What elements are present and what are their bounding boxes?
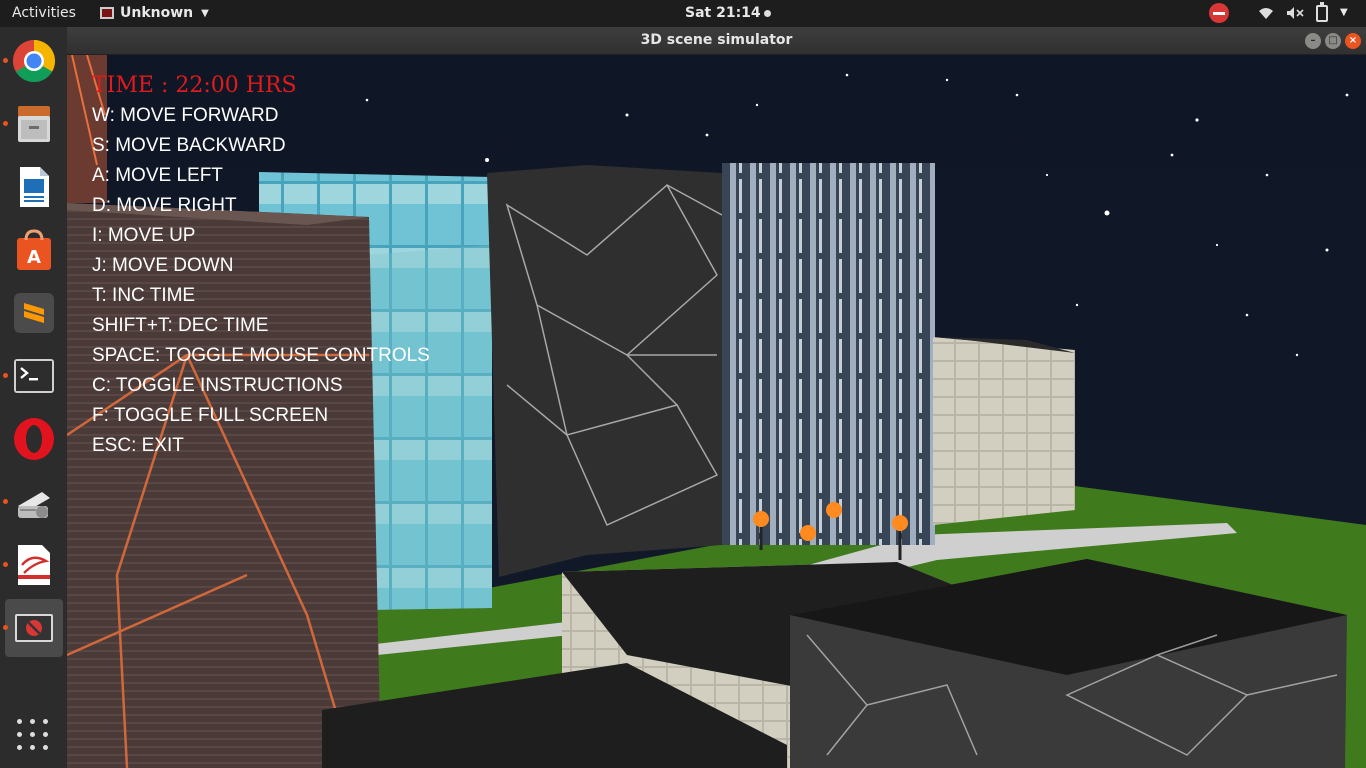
- svg-text:A: A: [27, 247, 41, 268]
- dock-item-sublime-text[interactable]: [5, 284, 63, 342]
- dock-item-unknown-app[interactable]: [3, 599, 63, 657]
- instructions-overlay: TIME : 22:00 HRS W: MOVE FORWARD S: MOVE…: [92, 73, 430, 461]
- instruction-line: SHIFT+T: DEC TIME: [92, 315, 269, 336]
- instruction-line: J: MOVE DOWN: [92, 255, 234, 276]
- instruction-line: SPACE: TOGGLE MOUSE CONTROLS: [92, 345, 430, 366]
- notification-dot-icon: [763, 9, 771, 17]
- dock-item-chrome[interactable]: [3, 32, 63, 90]
- chrome-icon: [12, 39, 56, 83]
- unknown-app-icon: [15, 614, 53, 642]
- chevron-down-icon: ▼: [201, 7, 209, 19]
- running-indicator: [3, 373, 8, 378]
- instruction-line: ESC: EXIT: [92, 435, 184, 456]
- running-indicator: [3, 625, 8, 630]
- window-title: 3D scene simulator: [640, 32, 793, 48]
- running-indicator: [3, 121, 8, 126]
- dock-item-pdf-viewer[interactable]: [3, 536, 63, 594]
- clock-label: Sat 21:14: [685, 5, 761, 21]
- running-indicator: [3, 499, 8, 504]
- dock-item-scanner[interactable]: [3, 473, 63, 531]
- running-indicator: [3, 58, 8, 63]
- time-display: TIME : 22:00 HRS: [92, 73, 297, 98]
- chevron-down-icon[interactable]: ▼: [1340, 7, 1348, 18]
- instruction-line: D: MOVE RIGHT: [92, 195, 237, 216]
- app-menu-label: Unknown: [120, 5, 194, 21]
- minimize-button[interactable]: –: [1305, 33, 1321, 49]
- battery-icon[interactable]: [1316, 2, 1328, 22]
- close-button[interactable]: ×: [1345, 33, 1361, 49]
- dock-item-libreoffice-impress[interactable]: [5, 158, 63, 216]
- scene-viewport[interactable]: TIME : 22:00 HRS W: MOVE FORWARD S: MOVE…: [67, 55, 1366, 768]
- app-menu[interactable]: Unknown ▼: [100, 5, 209, 21]
- libreoffice-impress-icon: [20, 167, 49, 207]
- window-titlebar[interactable]: 3D scene simulator – □ ×: [67, 27, 1366, 55]
- volume-muted-icon[interactable]: [1286, 6, 1304, 20]
- app-menu-icon: [100, 7, 114, 19]
- instruction-line: T: INC TIME: [92, 285, 196, 306]
- clock[interactable]: Sat 21:14: [685, 5, 771, 21]
- instruction-line: S: MOVE BACKWARD: [92, 135, 286, 156]
- files-icon: [18, 106, 50, 142]
- do-not-disturb-icon[interactable]: [1209, 3, 1229, 23]
- instruction-line: W: MOVE FORWARD: [92, 105, 279, 126]
- sublime-text-icon: [14, 293, 54, 333]
- instruction-line: I: MOVE UP: [92, 225, 196, 246]
- dock-item-files[interactable]: [3, 95, 63, 153]
- ubuntu-software-icon: A: [17, 229, 51, 270]
- scanner-icon: [18, 492, 50, 518]
- dock-item-opera[interactable]: [5, 410, 63, 468]
- instruction-line: C: TOGGLE INSTRUCTIONS: [92, 375, 343, 396]
- terminal-icon: [14, 359, 54, 393]
- running-indicator: [3, 562, 8, 567]
- instruction-line: A: MOVE LEFT: [92, 165, 223, 186]
- instruction-line: F: TOGGLE FULL SCREEN: [92, 405, 329, 426]
- show-applications-icon[interactable]: [17, 719, 49, 751]
- wifi-icon[interactable]: [1258, 6, 1274, 20]
- opera-icon: [14, 418, 54, 460]
- dock-item-ubuntu-software[interactable]: A: [5, 221, 63, 279]
- top-bar: Activities Unknown ▼ Sat 21:14 ▼: [0, 0, 1366, 27]
- activities-button[interactable]: Activities: [12, 5, 76, 21]
- dock: A: [0, 27, 67, 768]
- maximize-button[interactable]: □: [1325, 33, 1341, 49]
- dock-item-terminal[interactable]: [3, 347, 63, 405]
- pdf-viewer-icon: [18, 545, 50, 585]
